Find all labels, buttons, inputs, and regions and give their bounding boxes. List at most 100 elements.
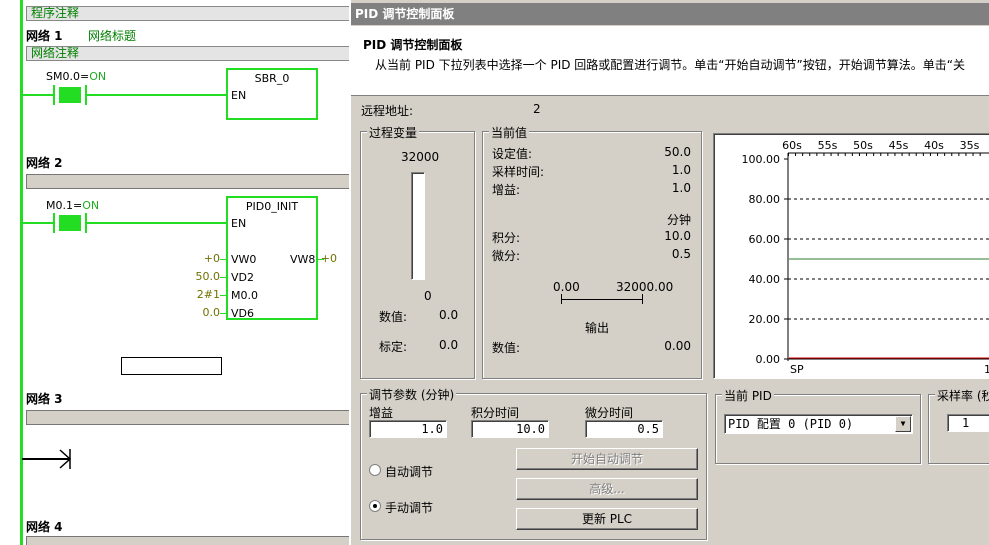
wire bbox=[87, 94, 227, 96]
output-value: 0.00 bbox=[664, 339, 691, 353]
sample-rate-group: 采样率 (秒 1 bbox=[928, 387, 989, 464]
trend-chart: 100.00 80.00 60.00 40.00 20.00 0.00 60s 55s 50s 4… bbox=[713, 133, 989, 379]
sample-time-value: 1.0 bbox=[671, 163, 691, 177]
input-value-vd2: 50.0 bbox=[195, 270, 221, 283]
unit-minutes: 分钟 bbox=[666, 213, 691, 227]
input-value-vd6: 0.0 bbox=[202, 306, 221, 319]
x-tick-label: 40s bbox=[924, 139, 944, 152]
y-tick-label: 0.00 bbox=[756, 353, 781, 366]
y-tick-label: 20.00 bbox=[749, 313, 781, 326]
pv-bar bbox=[411, 172, 425, 280]
sp-label: SP bbox=[790, 363, 804, 376]
pid0-init-pin-vd2: VD2 bbox=[231, 271, 254, 284]
network-2-comment-bar[interactable] bbox=[26, 174, 349, 189]
current-pid-title: 当前 PID bbox=[722, 387, 774, 404]
current-pid-selected: PID 配置 0 (PID 0) bbox=[728, 417, 854, 431]
integral-label: 积分: bbox=[492, 231, 521, 245]
setpoint-value: 50.0 bbox=[664, 145, 691, 159]
panel-header: PID 调节控制面板 从当前 PID 下拉列表中选择一个 PID 回路或配置进行… bbox=[351, 26, 989, 96]
network-1-label: 网络 1 bbox=[26, 29, 63, 43]
dropdown-arrow-icon[interactable]: ▼ bbox=[895, 416, 911, 432]
pid0-init-pin-m0-0: M0.0 bbox=[231, 289, 258, 302]
network-4-comment-bar[interactable] bbox=[26, 536, 349, 545]
manual-tune-label[interactable]: 手动调节 bbox=[385, 499, 433, 516]
gain-input[interactable]: 1.0 bbox=[369, 420, 447, 438]
y-tick-label: 80.00 bbox=[749, 193, 781, 206]
trend-chart-svg: 100.00 80.00 60.00 40.00 20.00 0.00 60s 55s 50s 4… bbox=[742, 139, 989, 376]
current-pid-select[interactable]: PID 配置 0 (PID 0) ▼ bbox=[724, 414, 913, 434]
pv-value: 0.0 bbox=[439, 308, 459, 322]
contact-2-label: M0.1=ON bbox=[46, 199, 100, 212]
derivative-value: 0.5 bbox=[671, 247, 691, 261]
pv-min-label: 0 bbox=[424, 289, 432, 303]
sbr-0-en-pin: EN bbox=[231, 89, 247, 102]
output-value-label: 数值: bbox=[492, 341, 521, 355]
current-values-title: 当前值 bbox=[489, 124, 530, 141]
integral-field-label: 积分时间 bbox=[471, 406, 520, 420]
header-description: 从当前 PID 下拉列表中选择一个 PID 回路或配置进行调节。单击“开始自动调… bbox=[375, 58, 965, 72]
contact-sm0-0[interactable] bbox=[53, 85, 87, 105]
wire bbox=[22, 94, 54, 96]
program-comment[interactable]: 程序注释 bbox=[26, 6, 349, 21]
arrow-icon bbox=[59, 449, 72, 469]
derivative-label: 微分: bbox=[492, 249, 521, 263]
auto-tune-label[interactable]: 自动调节 bbox=[385, 463, 433, 480]
sample-rate-input[interactable]: 1 bbox=[947, 414, 989, 432]
derivative-input[interactable]: 0.5 bbox=[585, 420, 663, 438]
pid0-init-pin-vd6: VD6 bbox=[231, 307, 254, 320]
x-tick-label: 60s bbox=[782, 139, 802, 152]
sample-rate-title: 采样率 (秒 bbox=[935, 387, 989, 404]
gain-value: 1.0 bbox=[671, 181, 691, 195]
network-3-label: 网络 3 bbox=[26, 392, 63, 406]
start-autotune-button[interactable]: 开始自动调节 bbox=[516, 448, 698, 470]
manual-tune-radio[interactable] bbox=[369, 500, 381, 512]
network-1-title[interactable]: 网络标题 bbox=[88, 27, 136, 44]
auto-tune-radio[interactable] bbox=[369, 464, 381, 476]
tuning-params-title: 调节参数 (分钟) bbox=[367, 386, 457, 403]
y-tick-label: 100.00 bbox=[742, 153, 781, 166]
network-3-comment-bar[interactable] bbox=[26, 410, 349, 425]
pv-scaled: 0.0 bbox=[439, 338, 459, 352]
pid0-init-en-pin: EN bbox=[231, 217, 247, 230]
output-min-label: 0.00 bbox=[553, 280, 580, 294]
input-value-vw0: +0 bbox=[203, 252, 220, 265]
header-title: PID 调节控制面板 bbox=[363, 38, 463, 52]
pid-tuning-panel: PID 调节控制面板 PID 调节控制面板 从当前 PID 下拉列表中选择一个 … bbox=[349, 0, 989, 545]
contact-m0-1[interactable] bbox=[53, 213, 87, 233]
current-values-group: 当前值 设定值: 50.0 采样时间: 1.0 增益: 1.0 分钟 积分: 1… bbox=[482, 124, 702, 379]
x-tick-label: 50s bbox=[853, 139, 873, 152]
y-tick-label: 40.00 bbox=[749, 273, 781, 286]
time-label: 14: bbox=[984, 363, 989, 376]
pid0-init-pin-vw0: VW0 bbox=[231, 253, 257, 266]
current-pid-group: 当前 PID PID 配置 0 (PID 0) ▼ bbox=[715, 387, 921, 464]
output-scale-tick bbox=[642, 294, 643, 304]
network-comment[interactable]: 网络注释 bbox=[26, 46, 349, 61]
sample-time-label: 采样时间: bbox=[492, 165, 545, 179]
stub bbox=[220, 277, 227, 278]
integral-input[interactable]: 10.0 bbox=[471, 420, 549, 438]
gain-field-label: 增益 bbox=[369, 406, 394, 420]
network-2-label: 网络 2 bbox=[26, 156, 63, 170]
output-max-label: 32000.00 bbox=[616, 280, 674, 294]
x-tick-label: 55s bbox=[818, 139, 838, 152]
contact-1-label: SM0.0=ON bbox=[46, 70, 107, 83]
ladder-editor[interactable]: 程序注释 网络 1 网络标题 网络注释 SM0.0=ON SBR_0 EN 网络… bbox=[0, 0, 349, 545]
wire bbox=[87, 222, 227, 224]
advanced-button[interactable]: 高级... bbox=[516, 478, 698, 500]
window-title-bar[interactable]: PID 调节控制面板 bbox=[351, 3, 989, 25]
tuning-params-group: 调节参数 (分钟) 增益 1.0 积分时间 10.0 微分时间 0.5 自动调节… bbox=[360, 386, 707, 540]
output-value-vw8: +0 bbox=[320, 252, 337, 265]
remote-address-value: 2 bbox=[533, 102, 541, 116]
remote-address-label: 远程地址: bbox=[361, 104, 414, 118]
stub bbox=[220, 313, 227, 314]
input-value-m0-0: 2#1 bbox=[196, 288, 220, 301]
pv-max-label: 32000 bbox=[401, 150, 440, 164]
x-tick-label: 35s bbox=[960, 139, 980, 152]
update-plc-button[interactable]: 更新 PLC bbox=[516, 508, 698, 530]
cursor-box[interactable] bbox=[121, 357, 222, 375]
process-variable-title: 过程变量 bbox=[367, 124, 420, 141]
sbr-0-box[interactable]: SBR_0 EN bbox=[226, 68, 318, 120]
output-scale bbox=[561, 299, 643, 300]
stub bbox=[220, 295, 227, 296]
pv-value-label: 数值: bbox=[379, 310, 408, 324]
